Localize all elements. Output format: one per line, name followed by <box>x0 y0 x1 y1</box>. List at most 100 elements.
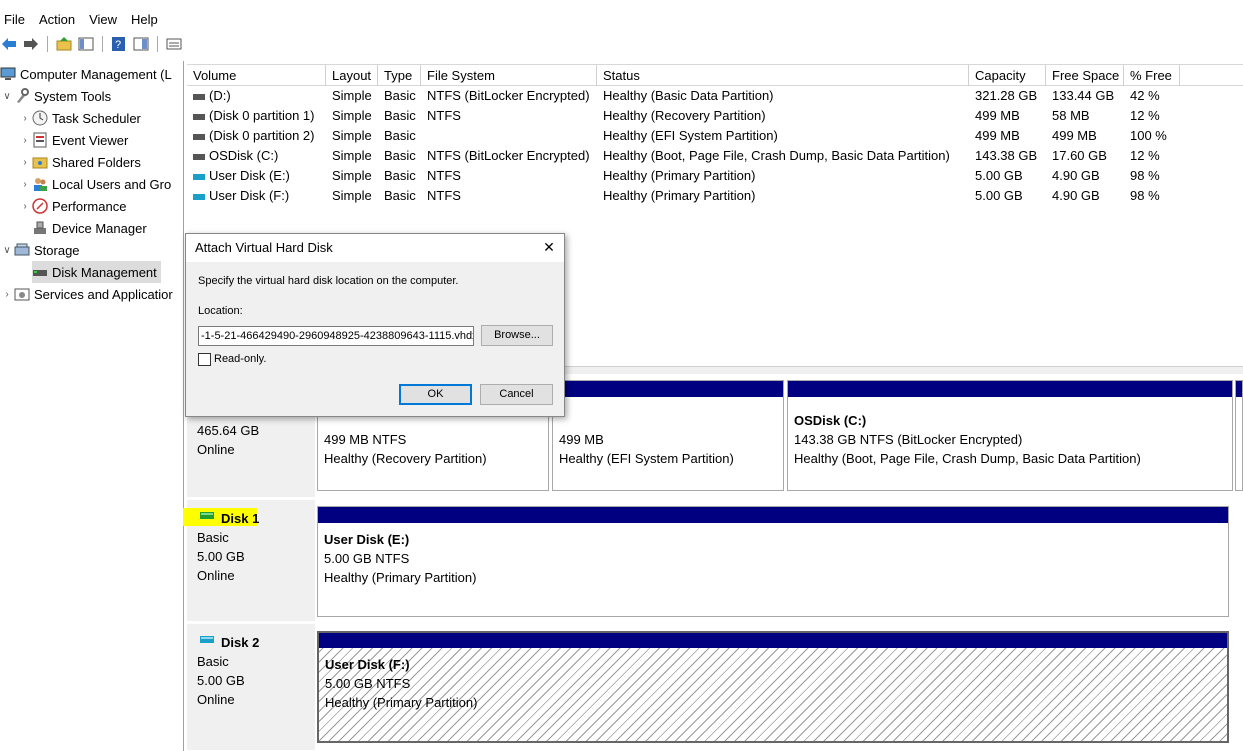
cell-text: 100 % <box>1130 128 1167 143</box>
table-row[interactable]: OSDisk (C:) Simple Basic NTFS (BitLocker En… <box>187 146 1243 166</box>
disk-graphical-view: 465.64 GB Online 499 MB NTFS Healthy (Re… <box>183 374 1243 751</box>
tree-item-system-tools[interactable]: ∨ System Tools <box>0 85 111 107</box>
volume-list-header: Volume Layout Type File System Status Ca… <box>187 64 1243 86</box>
tree-label: Computer Management (L <box>20 66 172 82</box>
disk1-label[interactable]: Disk 1 Basic 5.00 GB Online <box>183 500 315 622</box>
cell-text: 98 % <box>1130 188 1160 203</box>
partition-status: Healthy (Recovery Partition) <box>324 451 487 466</box>
tree-item-computer-management[interactable]: Computer Management (L <box>0 63 172 85</box>
table-cell-type: Basic <box>384 166 416 186</box>
partition-status: Healthy (Primary Partition) <box>325 695 478 710</box>
chevron-down-icon[interactable]: ∨ <box>0 245 14 256</box>
cell-text: NTFS (BitLocker Encrypted) <box>427 88 590 103</box>
tree-item-disk-management[interactable]: Disk Management <box>32 261 161 283</box>
chevron-right-icon[interactable]: › <box>18 135 32 146</box>
partition-bar <box>788 381 1232 397</box>
chevron-down-icon[interactable]: ∨ <box>0 91 14 102</box>
location-input[interactable]: -1-5-21-466429490-2960948925-4238809643-… <box>198 326 474 346</box>
disk2-partition-user-f[interactable]: User Disk (F:) 5.00 GB NTFS Healthy (Pri… <box>317 631 1229 743</box>
table-cell-capacity: 5.00 GB <box>975 166 1023 186</box>
menu-file[interactable]: File <box>0 12 33 27</box>
column-header-free-space[interactable]: Free Space <box>1046 65 1124 86</box>
disk0-partition-efi[interactable]: 499 MB Healthy (EFI System Partition) <box>552 380 784 491</box>
column-header-file-system[interactable]: File System <box>421 65 597 86</box>
column-header-volume[interactable]: Volume <box>187 65 326 86</box>
partition-size: 143.38 GB NTFS (BitLocker Encrypted) <box>794 432 1023 447</box>
browse-button[interactable]: Browse... <box>481 325 553 346</box>
readonly-checkbox[interactable] <box>198 353 211 366</box>
back-arrow-icon[interactable] <box>0 35 18 53</box>
cell-text: Simple <box>332 88 372 103</box>
disk-management-icon <box>32 264 48 280</box>
close-icon[interactable]: ✕ <box>542 240 556 254</box>
table-cell-layout: Simple <box>332 126 372 146</box>
table-cell-free: 4.90 GB <box>1052 186 1100 206</box>
disk1-state: Online <box>197 568 235 583</box>
table-row[interactable]: User Disk (F:) Simple Basic NTFS Healthy (Pr… <box>187 186 1243 206</box>
cell-text: Simple <box>332 188 372 203</box>
settings-list-icon[interactable] <box>165 35 183 53</box>
chevron-right-icon[interactable]: › <box>18 157 32 168</box>
column-header-pct-free[interactable]: % Free <box>1124 65 1180 86</box>
column-header-status[interactable]: Status <box>597 65 969 86</box>
cell-text: Basic <box>384 88 416 103</box>
tree-item-performance[interactable]: › Performance <box>18 195 126 217</box>
volume-icon <box>193 133 205 140</box>
table-row[interactable]: (D:) Simple Basic NTFS (BitLocker Encrypted… <box>187 86 1243 106</box>
tree-item-storage[interactable]: ∨ Storage <box>0 239 79 261</box>
ok-button[interactable]: OK <box>399 384 472 405</box>
tree-label: Event Viewer <box>52 132 129 148</box>
disk0-partition-d[interactable] <box>1235 380 1243 491</box>
table-cell-type: Basic <box>384 106 416 126</box>
partition-bar <box>553 381 783 397</box>
table-cell-status: Healthy (Primary Partition) <box>603 186 755 206</box>
table-cell-fs: NTFS <box>427 106 461 126</box>
chevron-right-icon[interactable]: › <box>18 113 32 124</box>
tree-item-services[interactable]: › Services and Applicatior <box>0 283 172 305</box>
tree-item-shared-folders[interactable]: › Shared Folders <box>18 151 141 173</box>
partition-size: 5.00 GB NTFS <box>325 676 411 691</box>
column-header-type[interactable]: Type <box>378 65 421 86</box>
tree-item-task-scheduler[interactable]: › Task Scheduler <box>18 107 141 129</box>
disk0-partition-osdisk[interactable]: OSDisk (C:) 143.38 GB NTFS (BitLocker En… <box>787 380 1233 491</box>
menu-action[interactable]: Action <box>35 12 83 27</box>
table-row[interactable]: (Disk 0 partition 1) Simple Basic NTFS Healt… <box>187 106 1243 126</box>
tree-item-local-users[interactable]: › Local Users and Gro <box>18 173 171 195</box>
table-row[interactable]: User Disk (E:) Simple Basic NTFS Healthy (Pr… <box>187 166 1243 186</box>
cell-text: 321.28 GB <box>975 88 1038 103</box>
menu-help[interactable]: Help <box>127 12 166 27</box>
computer-management-window: File Action View Help ? Computer Managem… <box>0 0 1243 751</box>
attach-vhd-dialog: Attach Virtual Hard Disk ✕ Specify the v… <box>185 233 565 417</box>
volume-icon <box>193 153 205 160</box>
chevron-right-icon[interactable]: › <box>18 201 32 212</box>
table-row[interactable]: (Disk 0 partition 2) Simple Basic Healthy (… <box>187 126 1243 146</box>
cell-text: 98 % <box>1130 168 1160 183</box>
table-cell-type: Basic <box>384 86 416 106</box>
partition-bar <box>319 633 1227 648</box>
disk2-state: Online <box>197 692 235 707</box>
tree-label: Disk Management <box>52 264 157 280</box>
table-cell-volume: User Disk (F:) <box>193 186 289 206</box>
chevron-right-icon[interactable]: › <box>18 179 32 190</box>
help-icon[interactable]: ? <box>110 35 128 53</box>
show-hide-tree-icon[interactable] <box>77 35 95 53</box>
cancel-button[interactable]: Cancel <box>480 384 553 405</box>
chevron-right-icon[interactable]: › <box>0 289 14 300</box>
disk2-label[interactable]: Disk 2 Basic 5.00 GB Online <box>187 624 315 751</box>
tree-item-device-manager[interactable]: Device Manager <box>32 217 147 239</box>
dialog-description: Specify the virtual hard disk location o… <box>198 275 459 287</box>
cell-text: 5.00 GB <box>975 188 1023 203</box>
menu-view[interactable]: View <box>85 12 125 27</box>
tree-item-event-viewer[interactable]: › Event Viewer <box>18 129 128 151</box>
cell-text: 133.44 GB <box>1052 88 1115 103</box>
table-cell-layout: Simple <box>332 146 372 166</box>
properties-icon[interactable] <box>132 35 150 53</box>
up-folder-icon[interactable] <box>55 35 73 53</box>
table-cell-status: Healthy (Recovery Partition) <box>603 106 766 126</box>
table-cell-capacity: 499 MB <box>975 126 1020 146</box>
column-header-layout[interactable]: Layout <box>326 65 378 86</box>
forward-arrow-icon[interactable] <box>22 35 40 53</box>
disk1-partition-user-e[interactable]: User Disk (E:) 5.00 GB NTFS Healthy (Pri… <box>317 506 1229 617</box>
column-header-capacity[interactable]: Capacity <box>969 65 1046 86</box>
cell-text: 499 MB <box>975 128 1020 143</box>
